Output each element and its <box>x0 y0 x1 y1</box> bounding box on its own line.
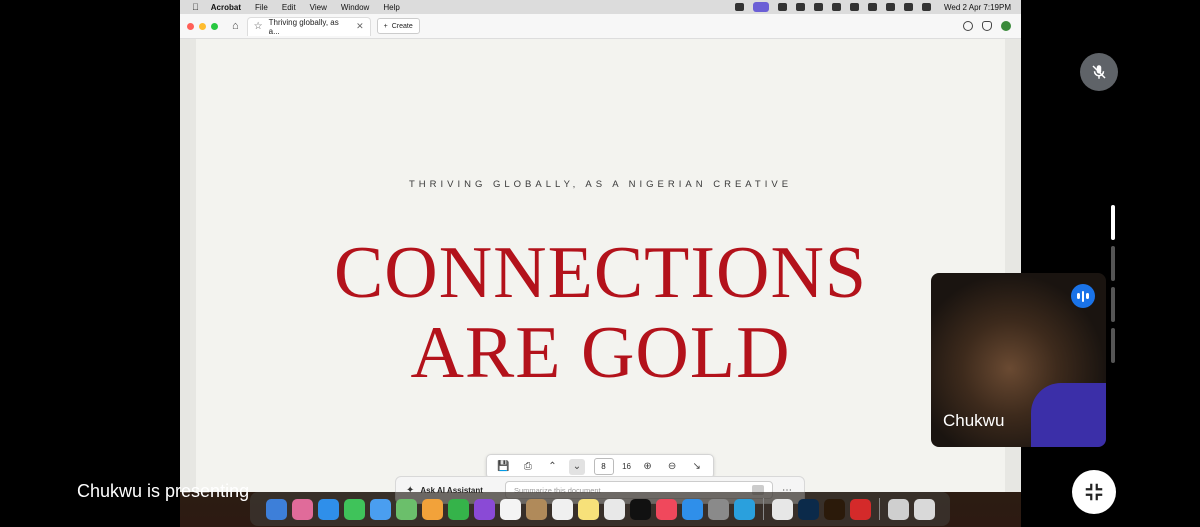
total-pages: 16 <box>622 462 631 471</box>
star-icon[interactable]: ☆ <box>254 21 263 32</box>
zoom-window-button[interactable] <box>211 22 218 30</box>
status-icons: Wed 2 Apr 7:19PM <box>735 2 1011 12</box>
safari-icon[interactable] <box>317 498 339 520</box>
illustrator-icon[interactable] <box>823 498 845 520</box>
tile-scroll-indicator[interactable] <box>1111 287 1115 322</box>
document-viewer: THRIVING GLOBALLY, AS A NIGERIAN CREATIV… <box>180 39 1021 492</box>
play-icon[interactable] <box>832 3 841 11</box>
volume-icon[interactable] <box>814 3 823 11</box>
chrome-icon[interactable] <box>771 498 793 520</box>
speaking-indicator-icon <box>1071 284 1095 308</box>
create-button[interactable]: + Create <box>376 18 420 34</box>
screen-share-icon[interactable] <box>753 2 769 12</box>
display-icon[interactable] <box>796 3 805 11</box>
shared-screen:  Acrobat File Edit View Window Help Wed… <box>180 0 1021 527</box>
close-tab-icon[interactable]: ✕ <box>356 21 364 32</box>
current-page-field[interactable]: 8 <box>593 458 614 475</box>
zoom-in-icon[interactable]: ⊕ <box>640 459 656 475</box>
close-window-button[interactable] <box>187 22 194 30</box>
presenting-label: Chukwu is presenting <box>77 481 250 501</box>
zoom-out-icon[interactable]: ⊖ <box>664 459 680 475</box>
tabbar-actions <box>963 21 1011 31</box>
tile-scroll-indicator-active[interactable] <box>1111 205 1115 240</box>
tile-scroll-indicator[interactable] <box>1111 246 1115 281</box>
trash-icon[interactable] <box>913 498 935 520</box>
downloads-icon[interactable] <box>887 498 909 520</box>
minimize-window-button[interactable] <box>199 22 206 30</box>
launchpad-icon[interactable] <box>291 498 313 520</box>
print-icon[interactable]: ⎙ <box>520 459 536 475</box>
menu-file[interactable]: File <box>255 3 268 12</box>
window-controls <box>187 22 218 30</box>
telegram-icon[interactable] <box>733 498 755 520</box>
exit-fullscreen-icon <box>1085 483 1103 501</box>
record-icon[interactable] <box>778 3 787 11</box>
apple-tv-icon[interactable] <box>629 498 651 520</box>
notes-icon[interactable] <box>577 498 599 520</box>
control-center-icon[interactable] <box>904 3 913 11</box>
home-icon[interactable]: ⌂ <box>232 20 239 32</box>
freeform-icon[interactable] <box>603 498 625 520</box>
headline-line-2: ARE GOLD <box>410 312 791 394</box>
facetime-icon[interactable] <box>447 498 469 520</box>
spotlight-search-icon[interactable] <box>886 3 895 11</box>
photos-icon[interactable] <box>421 498 443 520</box>
finder-icon[interactable] <box>265 498 287 520</box>
menu-app-name[interactable]: Acrobat <box>211 3 241 12</box>
dock-separator <box>762 498 764 520</box>
siri-icon[interactable] <box>922 3 931 11</box>
photoshop-icon[interactable] <box>797 498 819 520</box>
maps-icon[interactable] <box>395 498 417 520</box>
menu-view[interactable]: View <box>310 3 327 12</box>
contacts-icon[interactable] <box>525 498 547 520</box>
dock-separator-2 <box>878 498 880 520</box>
wifi-icon[interactable] <box>868 3 877 11</box>
previous-page-icon[interactable]: ⌃ <box>544 459 560 475</box>
user-avatar[interactable] <box>1001 21 1011 31</box>
plus-icon: + <box>383 22 388 30</box>
reminders-icon[interactable] <box>551 498 573 520</box>
document-tab-title: Thriving globally, as a... <box>268 17 339 36</box>
collapse-icon[interactable]: ↘ <box>689 459 705 475</box>
mac-menubar:  Acrobat File Edit View Window Help Wed… <box>180 0 1021 14</box>
video-frame <box>1031 383 1106 447</box>
system-settings-icon[interactable] <box>707 498 729 520</box>
calendar-icon[interactable] <box>499 498 521 520</box>
menu-edit[interactable]: Edit <box>282 3 296 12</box>
next-page-icon[interactable]: ⌄ <box>568 458 585 475</box>
siri-dock-icon[interactable] <box>473 498 495 520</box>
mail-icon[interactable] <box>369 498 391 520</box>
messages-icon[interactable] <box>343 498 365 520</box>
menu-window[interactable]: Window <box>341 3 369 12</box>
creative-cloud-icon[interactable] <box>735 3 744 11</box>
tile-scroll-indicator[interactable] <box>1111 328 1115 363</box>
menu-help[interactable]: Help <box>383 3 399 12</box>
app-store-icon[interactable] <box>681 498 703 520</box>
menubar-clock[interactable]: Wed 2 Apr 7:19PM <box>944 3 1011 12</box>
document-tab[interactable]: ☆ Thriving globally, as a... ✕ <box>246 16 371 36</box>
mic-off-icon <box>1092 65 1106 79</box>
help-icon[interactable] <box>963 21 973 31</box>
page-kicker: THRIVING GLOBALLY, AS A NIGERIAN CREATIV… <box>408 179 793 190</box>
apple-icon[interactable]:  <box>192 2 199 12</box>
save-icon[interactable]: 💾 <box>495 459 511 475</box>
music-icon[interactable] <box>655 498 677 520</box>
mac-dock <box>250 492 950 526</box>
notifications-bell-icon[interactable] <box>982 21 992 31</box>
acrobat-window: ⌂ ☆ Thriving globally, as a... ✕ + Creat… <box>180 14 1021 504</box>
headline-line-1: CONNECTIONS <box>333 232 868 314</box>
battery-icon[interactable] <box>850 3 859 11</box>
exit-fullscreen-button[interactable] <box>1072 470 1116 514</box>
acrobat-icon[interactable] <box>849 498 871 520</box>
create-label: Create <box>391 22 413 30</box>
mic-off-button[interactable] <box>1080 53 1118 91</box>
tab-bar: ⌂ ☆ Thriving globally, as a... ✕ + Creat… <box>180 14 1021 39</box>
participant-name: Chukwu <box>943 411 1005 430</box>
page-headline: CONNECTIONS ARE GOLD <box>180 233 1021 393</box>
